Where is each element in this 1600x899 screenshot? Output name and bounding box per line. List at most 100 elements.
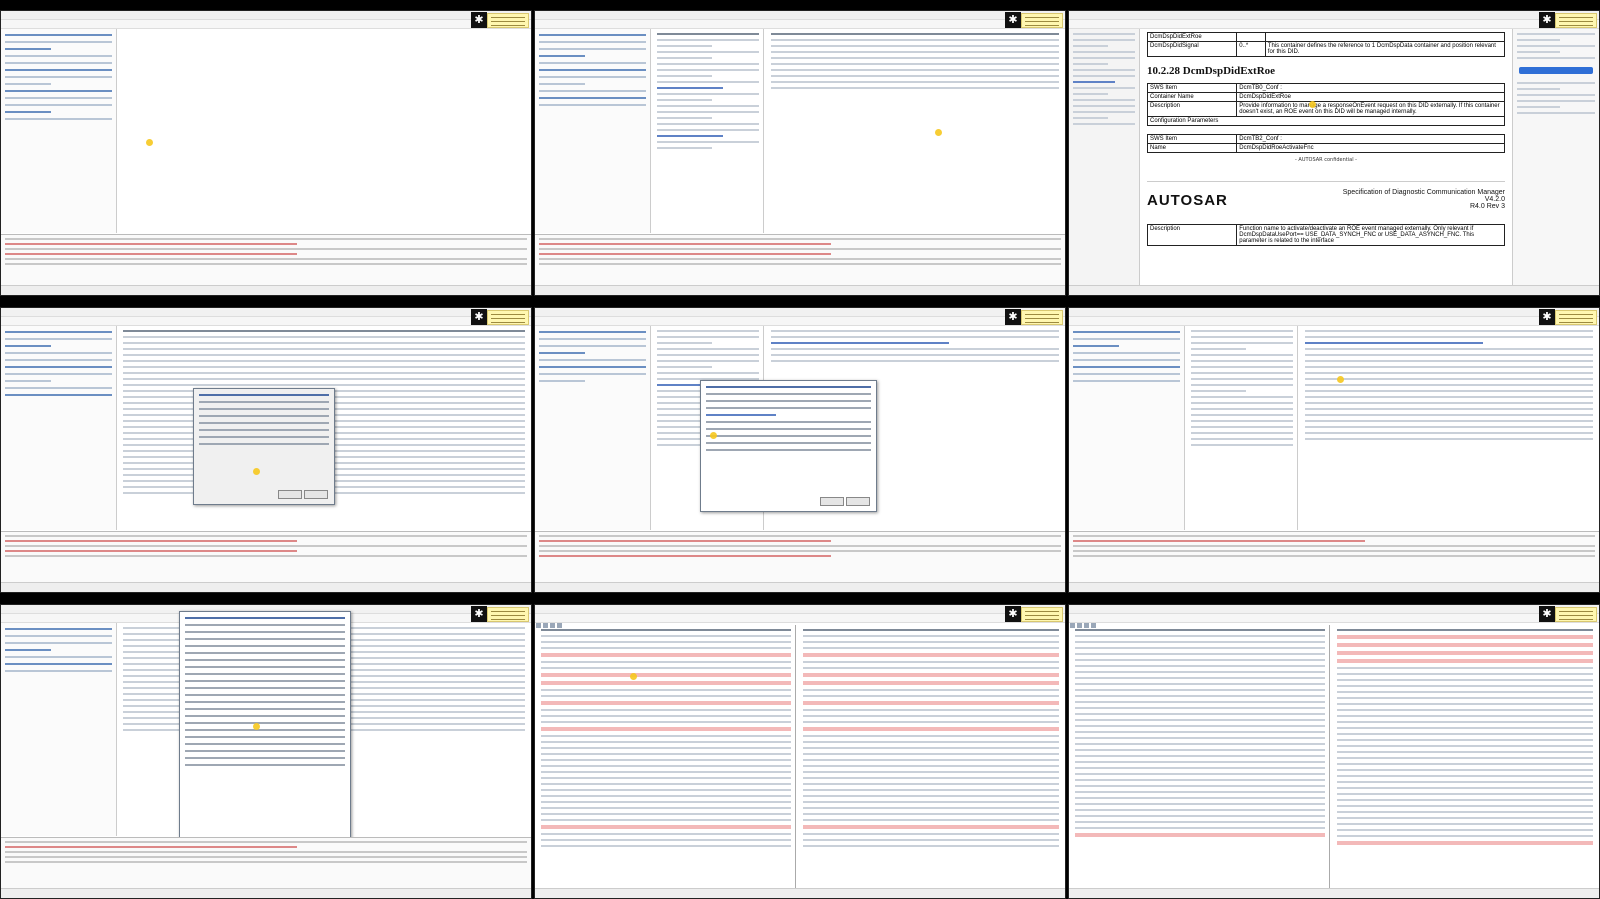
param-table: SWS Item DcmTB2_Conf : Name DcmDspDidRoeAc… [1146,134,1505,153]
tile-tool-1: ✱ [0,10,532,296]
menu-bar[interactable] [1069,11,1599,20]
cell-value: DcmTB0_Conf : [1236,83,1505,93]
status-bar [1069,888,1599,898]
sidebar[interactable] [1,29,117,233]
diff-left-pane[interactable] [1071,625,1330,888]
top-table: DcmDspDidExtRoe DcmDspDidSignal 0..* This … [1146,32,1506,57]
toolbar[interactable] [1,317,531,331]
logo-icon: ✱ [471,12,487,28]
menu-bar[interactable] [1069,605,1599,614]
diff-right-pane[interactable] [1333,625,1597,888]
sticky-note [1555,310,1597,325]
tile-tool-7: ✱ [0,604,532,899]
autosar-logo: AUTOSAR [1147,192,1228,209]
menu-bar[interactable] [1,11,531,20]
menu-bar[interactable] [535,11,1065,20]
cursor-highlight [146,139,153,146]
diff-left-pane[interactable] [537,625,796,888]
toolbar[interactable] [1,20,531,34]
tree-view[interactable] [653,29,764,233]
row-desc [1264,32,1506,42]
editor-area[interactable] [119,29,529,233]
property-form[interactable] [1301,326,1597,530]
status-bar [535,582,1065,592]
sticky-note [487,310,529,325]
menu-bar[interactable] [1,308,531,317]
finish-button[interactable] [278,490,302,499]
sticky-note [1021,13,1063,28]
sidebar[interactable] [1069,326,1185,530]
sidebar[interactable] [1,326,117,530]
desc-table: Description Function name to activate/dea… [1146,224,1505,246]
cell-value: DcmDspDidExtRoe [1236,92,1505,102]
logo-icon: ✱ [471,606,487,622]
ok-button[interactable] [820,497,844,506]
toolbar[interactable] [1069,614,1599,628]
sticky-note [487,607,529,622]
cell-label: SWS Item [1146,134,1238,144]
add-did-dialog[interactable] [193,388,335,505]
cursor-highlight [710,432,717,439]
validation-panel[interactable] [1,837,531,888]
cancel-button[interactable] [846,497,870,506]
logo-icon: ✱ [1005,309,1021,325]
cell-value: Function name to activate/deactivate an … [1236,224,1505,246]
cursor-highlight [1309,101,1316,108]
tile-pdf-viewer: ✱ DcmDspDidExtRoe DcmDspDidSignal 0..* Thi… [1068,10,1600,296]
logo-icon: ✱ [1005,606,1021,622]
cell-label: Description [1146,224,1238,246]
cell-label: Description [1146,101,1238,117]
cell-label: SWS Item [1146,83,1238,93]
tree-view[interactable] [1187,326,1298,530]
container-table: SWS Item DcmTB0_Conf : Container Name DcmD… [1146,83,1505,126]
tile-tool-2: ✱ [534,10,1066,296]
row-desc: This container defines the reference to … [1264,41,1506,57]
spec-title: Specification of Diagnostic Communicatio… [1342,189,1505,210]
status-bar [1,888,531,898]
cancel-button[interactable] [304,490,328,499]
sidebar[interactable] [1,623,117,836]
validation-panel[interactable] [1,234,531,285]
menu-bar[interactable] [535,605,1065,614]
menu-bar[interactable] [535,308,1065,317]
logo-icon: ✱ [471,309,487,325]
tile-diff-1: ✱ [534,604,1066,899]
property-table[interactable] [767,29,1063,233]
toolbar[interactable] [1069,317,1599,331]
select-reference-dialog[interactable] [700,380,877,512]
sidebar[interactable] [535,29,651,233]
menu-bar[interactable] [1069,308,1599,317]
screenshot-grid: ✱ ✱ ✱ DcmDspDidExtRoe DcmDspDidSignal 0.… [0,10,1600,899]
cell-value: DcmDspDidRoeActivateFnc [1236,143,1505,153]
logo-icon: ✱ [1539,309,1555,325]
convert-button[interactable] [1519,67,1593,74]
cell-label: Name [1146,143,1238,153]
bookmarks-panel[interactable] [1069,29,1140,285]
cursor-highlight [1337,376,1344,383]
validation-panel[interactable] [1,531,531,582]
cursor-highlight [253,468,260,475]
toolbar[interactable] [535,317,1065,331]
row-mult: 0..* [1236,41,1266,57]
validation-panel[interactable] [1069,531,1599,582]
status-bar [1,285,531,295]
cell-value: DcmTB2_Conf : [1236,134,1505,144]
sidebar[interactable] [535,326,651,530]
logo-icon: ✱ [1539,12,1555,28]
tools-panel[interactable] [1512,29,1599,285]
toolbar[interactable] [1069,20,1599,34]
row-label: DcmDspDidSignal [1146,41,1238,57]
page-header: AUTOSAR Specification of Diagnostic Comm… [1147,181,1505,222]
toolbar[interactable] [535,20,1065,34]
top-bar [0,0,1600,10]
status-bar [535,285,1065,295]
tile-tool-5: ✱ [534,307,1066,593]
logo-icon: ✱ [1539,606,1555,622]
sticky-note [1555,13,1597,28]
validation-panel[interactable] [535,531,1065,582]
toolbar[interactable] [535,614,1065,628]
cursor-highlight [935,129,942,136]
status-bar [1,582,531,592]
validation-panel[interactable] [535,234,1065,285]
diff-right-pane[interactable] [799,625,1063,888]
